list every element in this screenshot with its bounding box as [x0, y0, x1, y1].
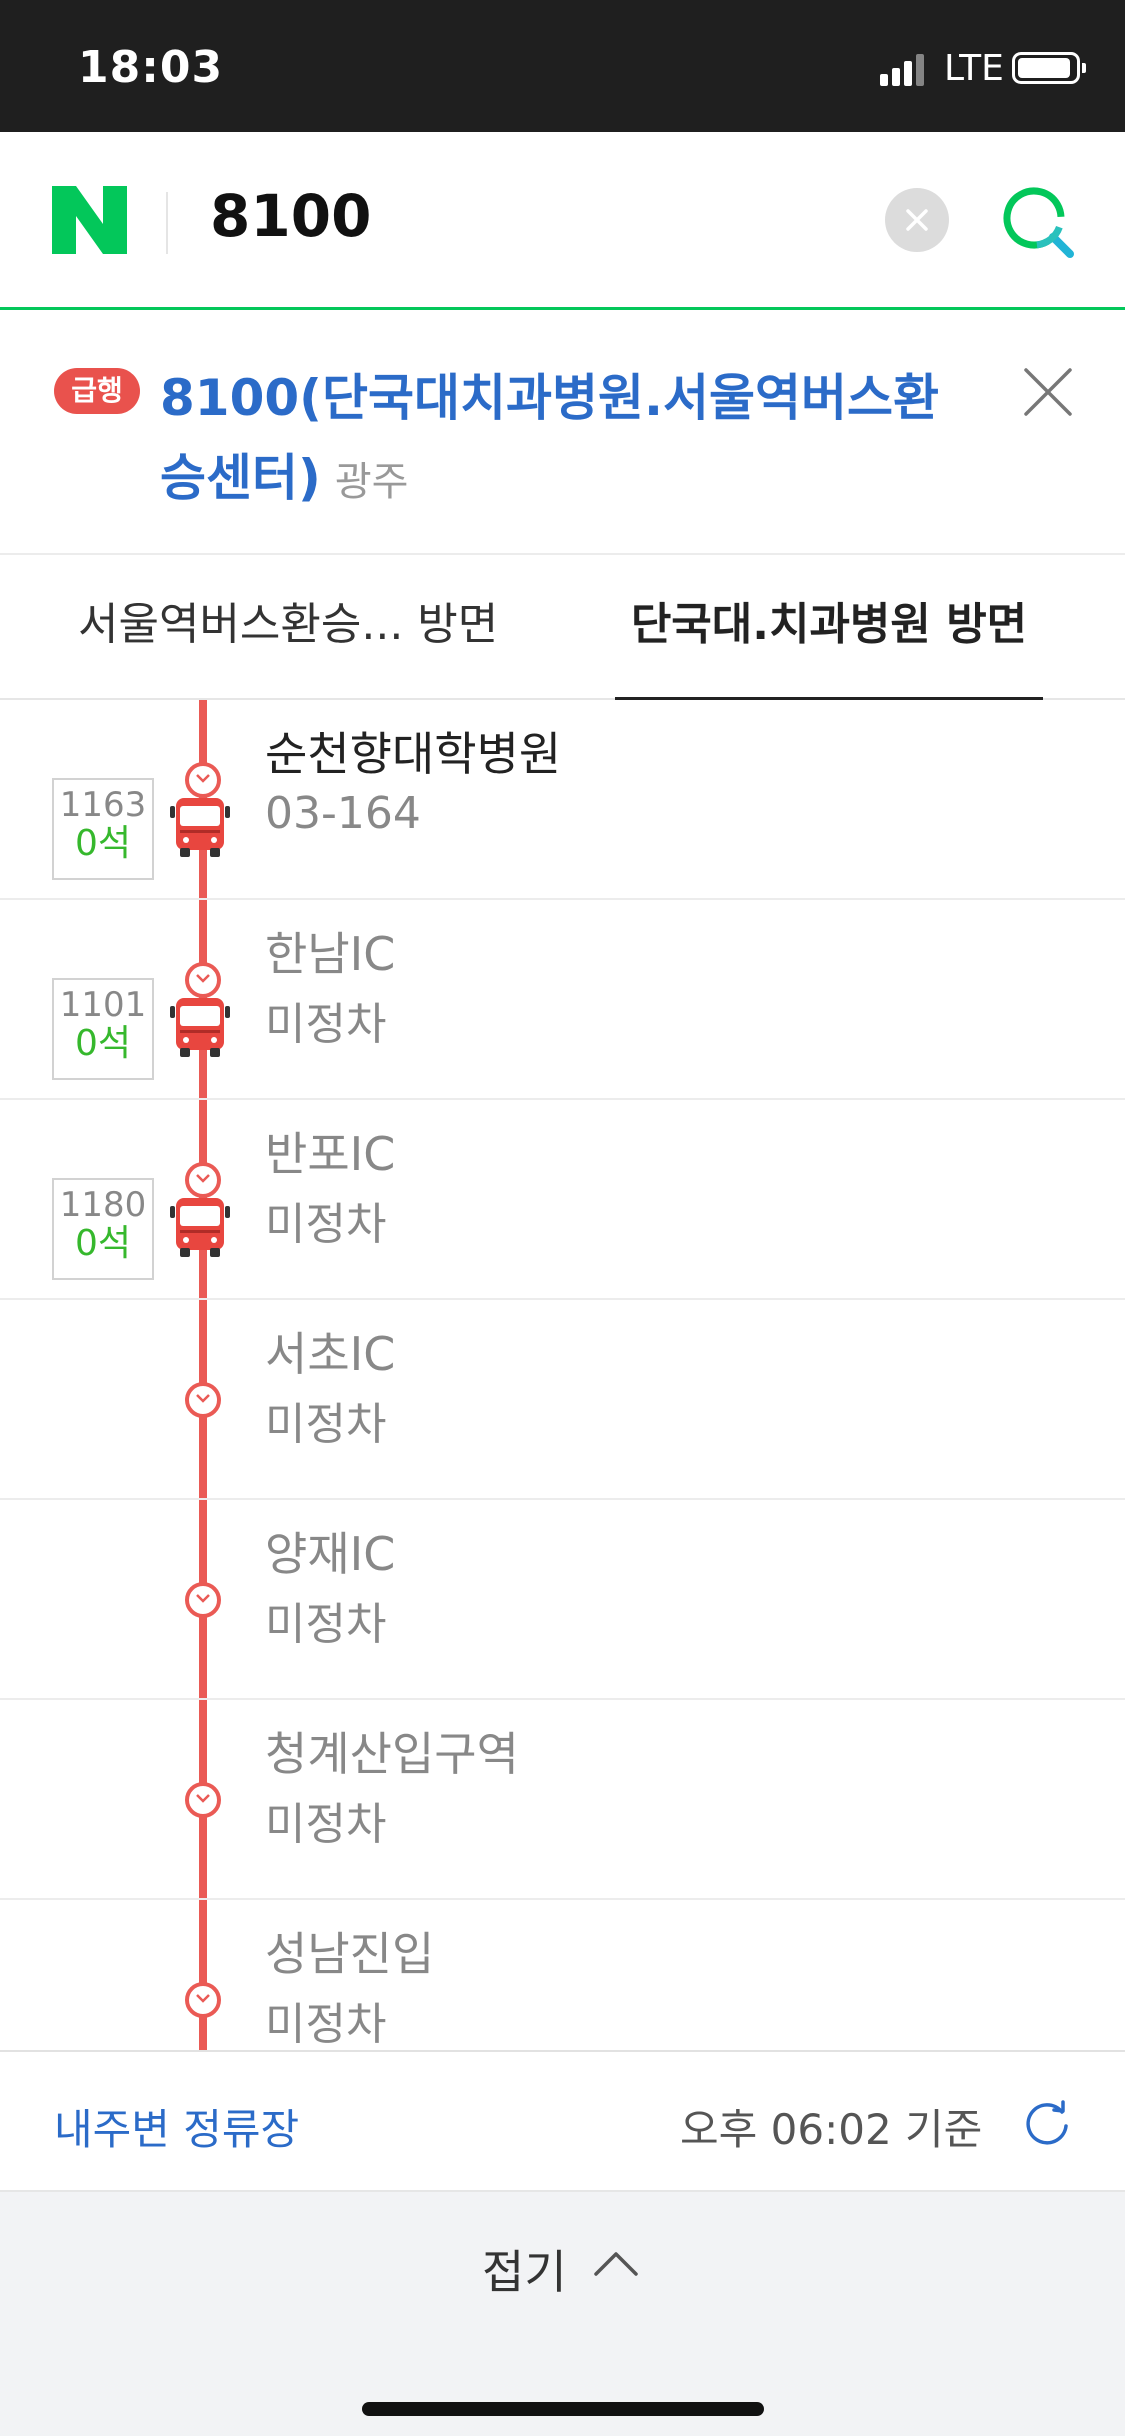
search-input[interactable]: 8100: [210, 182, 371, 250]
stop-marker-icon: [185, 1382, 221, 1418]
route-name: 8100(단국대치과병원.서울역버스환승센터): [160, 369, 940, 507]
bus-number: 1163: [59, 785, 147, 825]
stop-item[interactable]: 순천향대학병원 03-164: [0, 700, 1125, 900]
close-icon[interactable]: [1022, 366, 1074, 418]
collapse-button[interactable]: 접기: [0, 2190, 1125, 2336]
signal-icon: [880, 52, 932, 86]
stop-list: 순천향대학병원 03-164 한남IC 미정차 반포IC 미정차 서초IC 미정…: [0, 700, 1125, 2050]
bus-number: 1180: [59, 1185, 147, 1225]
stop-marker-icon: [185, 1582, 221, 1618]
bus-icon[interactable]: [170, 996, 230, 1058]
status-time: 18:03: [78, 42, 224, 93]
stop-status: 미정차: [265, 1799, 387, 1850]
stop-marker-icon: [185, 962, 221, 998]
stop-item[interactable]: 서초IC 미정차: [0, 1300, 1125, 1500]
stop-item[interactable]: 성남진입 미정차: [0, 1900, 1125, 2050]
stop-item[interactable]: 반포IC 미정차: [0, 1100, 1125, 1300]
stop-status: 미정차: [265, 1999, 387, 2050]
home-indicator[interactable]: [362, 2402, 764, 2416]
route-header: 급행 8100(단국대치과병원.서울역버스환승센터) 광주: [0, 310, 1125, 555]
bus-icon[interactable]: [170, 1196, 230, 1258]
stop-name: 청계산입구역: [265, 1727, 519, 1781]
route-title[interactable]: 8100(단국대치과병원.서울역버스환승센터) 광주: [160, 358, 980, 522]
search-bar: 8100: [0, 132, 1125, 310]
bus-seats: 0석: [74, 1223, 132, 1264]
update-timestamp: 오후 06:02 기준: [680, 2105, 983, 2154]
bus-info-box[interactable]: 1101 0석: [52, 978, 154, 1080]
stop-status: 03-164: [265, 788, 421, 839]
stop-name: 순천향대학병원: [265, 727, 562, 781]
stop-item[interactable]: 한남IC 미정차: [0, 900, 1125, 1100]
stop-name: 반포IC: [265, 1127, 396, 1181]
clear-search-button[interactable]: [885, 188, 949, 252]
clear-icon: [906, 209, 928, 231]
bus-info-box[interactable]: 1163 0석: [52, 778, 154, 880]
express-badge: 급행: [54, 368, 140, 414]
route-region: 광주: [334, 459, 409, 505]
refresh-icon[interactable]: [1022, 2098, 1072, 2148]
tab-direction-seoul-station[interactable]: 서울역버스환승... 방면: [78, 555, 498, 700]
bus-seats: 0석: [74, 1023, 132, 1064]
search-divider: [166, 192, 168, 254]
stop-marker-icon: [185, 1162, 221, 1198]
stop-item[interactable]: 양재IC 미정차: [0, 1500, 1125, 1700]
tab-direction-dankook[interactable]: 단국대.치과병원 방면: [615, 555, 1043, 700]
stop-name: 서초IC: [265, 1327, 396, 1381]
stop-status: 미정차: [265, 1399, 387, 1450]
battery-icon: [1012, 52, 1086, 84]
stop-marker-icon: [185, 1982, 221, 2018]
naver-logo-icon[interactable]: [52, 186, 127, 254]
stop-item[interactable]: 청계산입구역 미정차: [0, 1700, 1125, 1900]
chevron-up-icon: [594, 2252, 638, 2276]
nearby-stops-link[interactable]: 내주변 정류장: [54, 2096, 299, 2157]
status-bar: 18:03 LTE: [0, 0, 1125, 132]
stop-status: 미정차: [265, 1199, 387, 1250]
bus-number: 1101: [59, 985, 147, 1025]
stop-status: 미정차: [265, 999, 387, 1050]
stop-name: 한남IC: [265, 927, 396, 981]
bus-info-box[interactable]: 1180 0석: [52, 1178, 154, 1280]
bus-seats: 0석: [74, 823, 132, 864]
home-area: [0, 2336, 1125, 2436]
stop-name: 양재IC: [265, 1527, 396, 1581]
bus-icon[interactable]: [170, 796, 230, 858]
stop-marker-icon: [185, 762, 221, 798]
stop-marker-icon: [185, 1782, 221, 1818]
search-icon[interactable]: [998, 182, 1078, 262]
stop-status: 미정차: [265, 1599, 387, 1650]
direction-tabs: 서울역버스환승... 방면 단국대.치과병원 방면: [0, 555, 1125, 700]
network-type: LTE: [944, 48, 1004, 89]
bottom-info-bar: 내주변 정류장 오후 06:02 기준: [0, 2050, 1125, 2190]
stop-name: 성남진입: [265, 1927, 435, 1981]
collapse-label: 접기: [482, 2245, 567, 2299]
